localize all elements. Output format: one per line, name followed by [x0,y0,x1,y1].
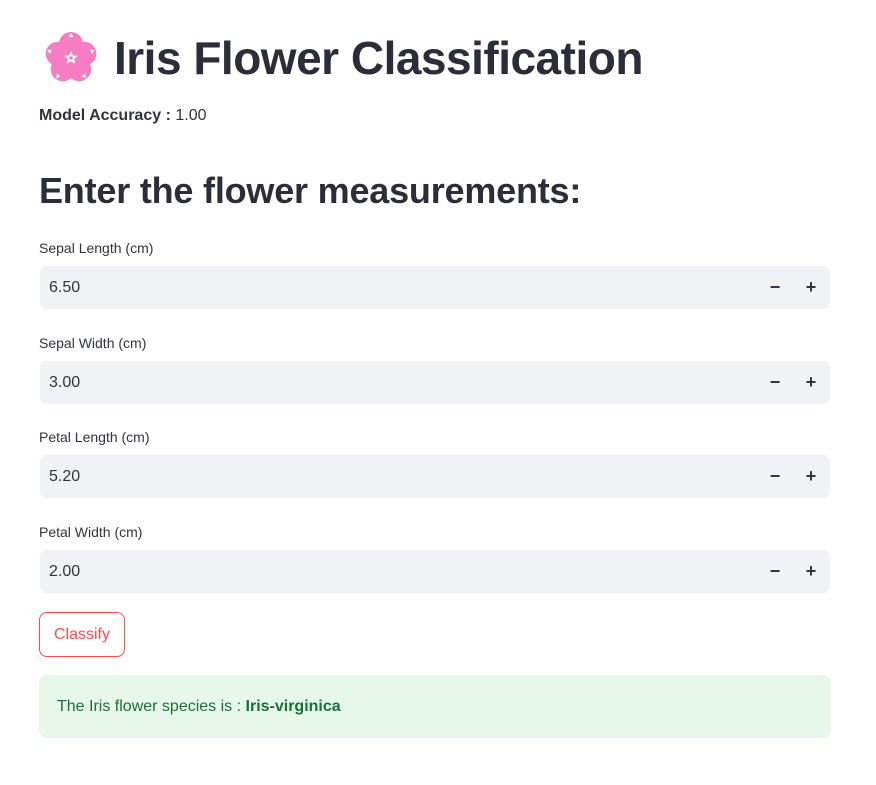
accuracy-value: 1.00 [175,107,207,124]
cherry-blossom-icon [45,32,97,82]
sepal-length-increment-button[interactable]: + [793,266,829,309]
sepal-width-increment-button[interactable]: + [793,361,829,404]
petal-length-stepper: − + [40,455,830,498]
sepal-length-stepper: − + [40,266,830,309]
sepal-width-decrement-button[interactable]: − [757,361,793,404]
sepal-width-input[interactable] [40,361,757,404]
petal-width-decrement-button[interactable]: − [757,550,793,593]
sepal-width-stepper: − + [40,361,830,404]
sepal-length-field: Sepal Length (cm) − + [39,238,831,309]
petal-width-input[interactable] [40,550,757,593]
app-main: Iris Flower Classification Model Accurac… [0,0,876,785]
petal-length-decrement-button[interactable]: − [757,455,793,498]
sepal-length-decrement-button[interactable]: − [757,266,793,309]
sepal-width-field: Sepal Width (cm) − + [39,333,831,404]
sepal-length-input[interactable] [40,266,757,309]
petal-length-field: Petal Length (cm) − + [39,427,831,498]
sepal-length-label: Sepal Length (cm) [39,240,154,256]
model-accuracy: Model Accuracy : 1.00 [39,107,206,125]
measurements-heading: Enter the flower measurements: [39,170,582,211]
petal-length-label: Petal Length (cm) [39,429,150,445]
result-species: Iris-virginica [245,697,341,715]
sepal-width-label: Sepal Width (cm) [39,335,147,351]
petal-length-input[interactable] [40,455,757,498]
petal-width-label: Petal Width (cm) [39,524,143,540]
petal-length-increment-button[interactable]: + [793,455,829,498]
petal-width-stepper: − + [40,550,830,593]
result-alert: The Iris flower species is : Iris-virgin… [39,675,831,738]
title-row: Iris Flower Classification [40,26,643,90]
accuracy-label: Model Accuracy : [39,107,171,124]
page-title: Iris Flower Classification [114,32,643,84]
result-prefix: The Iris flower species is : [57,697,242,715]
classify-button[interactable]: Classify [39,612,125,657]
petal-width-field: Petal Width (cm) − + [39,522,831,593]
petal-width-increment-button[interactable]: + [793,550,829,593]
